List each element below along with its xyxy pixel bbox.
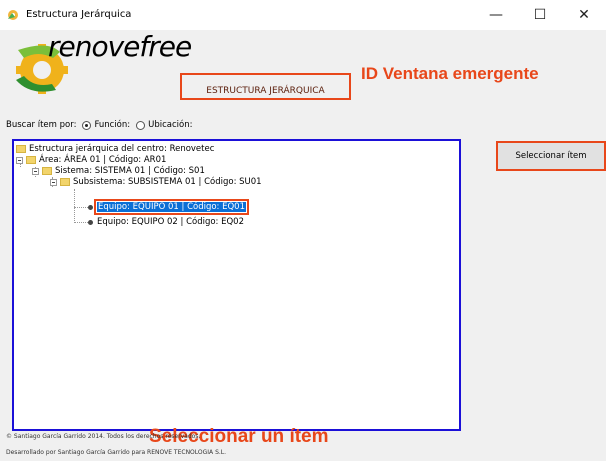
select-item-button[interactable]: Seleccionar ítem [496, 141, 606, 171]
tree-node-area[interactable]: Área: ÁREA 01 | Código: AR01 [16, 155, 166, 165]
collapse-icon[interactable] [16, 156, 23, 164]
window-title: Estructura Jerárquica [26, 9, 132, 20]
tree-node-system[interactable]: Sistema: SISTEMA 01 | Código: S01 [32, 166, 205, 176]
title-bar: Estructura Jerárquica — ☐ ✕ [0, 0, 606, 30]
search-row: Buscar ítem por: Función: Ubicación: [6, 120, 192, 130]
tree-connector [74, 189, 75, 223]
dot-icon [88, 219, 93, 225]
radio-ubicacion[interactable] [136, 120, 146, 130]
tree-view[interactable]: Estructura jerárquica del centro: Renove… [12, 139, 461, 447]
tree-connector [74, 222, 88, 223]
maximize-button[interactable]: ☐ [518, 0, 562, 30]
close-button[interactable]: ✕ [562, 0, 606, 30]
tree-node-label-selected: Equipo: EQUIPO 01 | Código: EQ01 [94, 199, 249, 215]
copyright-text: © Santiago García Garrido 2014. Todos lo… [6, 433, 201, 440]
folder-icon [16, 145, 26, 153]
collapse-icon[interactable] [32, 167, 39, 175]
minimize-button[interactable]: — [474, 0, 518, 30]
folder-icon [42, 167, 52, 175]
collapse-icon[interactable] [50, 178, 57, 186]
tree-node-equipo-02[interactable]: Equipo: EQUIPO 02 | Código: EQ02 [88, 217, 244, 227]
tree-node-root[interactable]: Estructura jerárquica del centro: Renove… [16, 144, 214, 154]
dot-icon [88, 204, 93, 210]
window-id-annotation: ID Ventana emergente [361, 64, 539, 83]
radio-funcion-label[interactable]: Función: [94, 120, 130, 130]
tree-node-label: Subsistema: SUBSISTEMA 01 | Código: SU01 [73, 177, 262, 187]
tree-node-label: Área: ÁREA 01 | Código: AR01 [39, 155, 167, 165]
tree-node-subsystem[interactable]: Subsistema: SUBSISTEMA 01 | Código: SU01 [50, 177, 262, 187]
developer-text: Desarrollado por Santiago García Garrido… [6, 449, 227, 456]
gear-app-icon [8, 10, 18, 20]
folder-icon [26, 156, 36, 164]
tree-node-label: Estructura jerárquica del centro: Renove… [29, 144, 215, 154]
logo-text: renovefree [48, 30, 192, 63]
radio-ubicacion-label[interactable]: Ubicación: [148, 120, 192, 130]
tree-node-label: Equipo: EQUIPO 02 | Código: EQ02 [97, 217, 244, 227]
search-label: Buscar ítem por: [6, 120, 77, 130]
radio-funcion[interactable] [82, 120, 92, 130]
page-title: ESTRUCTURA JERÁRQUICA [206, 85, 325, 96]
heading-box: ESTRUCTURA JERÁRQUICA [180, 73, 351, 100]
tree-connector [74, 207, 88, 208]
folder-icon [60, 178, 70, 186]
tree-node-equipo-01[interactable]: Equipo: EQUIPO 01 | Código: EQ01 [88, 199, 249, 215]
tree-node-label: Sistema: SISTEMA 01 | Código: S01 [55, 166, 205, 176]
